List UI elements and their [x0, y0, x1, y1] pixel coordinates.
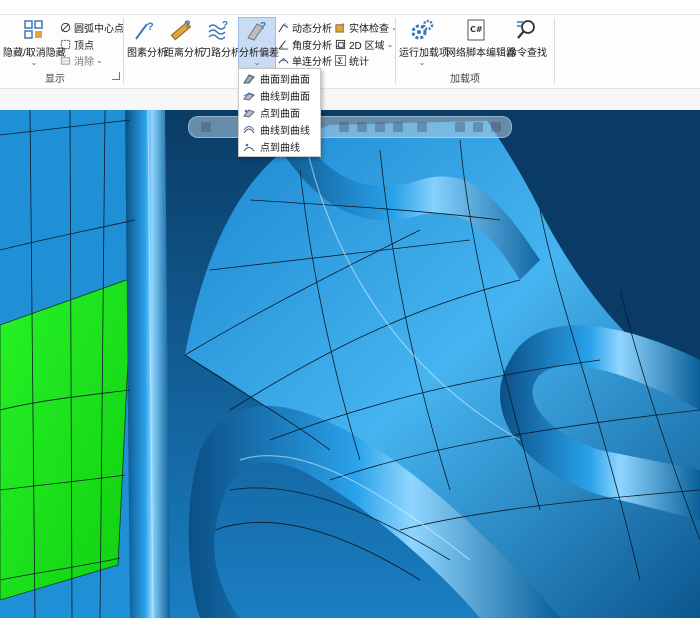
addins-group-label: 加载项: [450, 74, 480, 85]
single-analysis-label: 单连分析: [292, 57, 332, 68]
arc-center-icon: [60, 22, 71, 33]
menu-item-curve-to-curve[interactable]: 曲线到曲线: [239, 121, 320, 138]
command-search-label: 命令查找: [507, 48, 547, 59]
dynamic-analysis-button[interactable]: ? 动态分析 ⌄: [278, 20, 341, 35]
ribbon-status-strip: [0, 88, 700, 112]
curve-to-curve-icon: [243, 125, 255, 133]
arc-center-button[interactable]: 圆弧中心点: [60, 20, 124, 35]
toolpath-analysis-label: 刀路分析: [201, 48, 241, 59]
view-icon[interactable]: [455, 122, 465, 132]
statistics-button[interactable]: Σ 统计: [335, 53, 369, 68]
svg-text:?: ?: [147, 21, 154, 33]
menu-item-point-to-surface[interactable]: 点到曲面: [239, 104, 320, 121]
hide-unhide-icon: [24, 20, 43, 39]
svg-text:?: ?: [222, 20, 228, 31]
remove-button[interactable]: 消除 ⌄: [60, 53, 103, 68]
element-analysis-button[interactable]: ? 图素分析: [127, 18, 167, 59]
view-icon[interactable]: [417, 122, 427, 132]
single-analysis-icon: [278, 58, 289, 64]
dynamic-analysis-label: 动态分析: [292, 24, 332, 35]
chevron-down-icon: ⌄: [253, 58, 261, 67]
deviation-dropdown-menu: 曲面到曲面 曲线到曲面 点到曲面 曲线到曲线 点到曲线: [238, 68, 321, 157]
svg-text:Σ: Σ: [337, 56, 343, 66]
point-to-curve-icon: [243, 143, 255, 151]
distance-analysis-button[interactable]: ? 距离分析: [164, 18, 204, 59]
distance-analysis-label: 距离分析: [164, 48, 204, 59]
solid-check-button[interactable]: ? 实体检查 ⌄: [335, 20, 398, 35]
view-icon[interactable]: [357, 122, 367, 132]
svg-text:?: ?: [341, 24, 344, 30]
vertex-icon: [60, 39, 71, 50]
angle-analysis-button[interactable]: 角度分析 ⌄: [278, 37, 341, 52]
view-icon[interactable]: [339, 122, 349, 132]
statistics-label: 统计: [349, 57, 369, 68]
net-script-editor-button[interactable]: C# 网络脚本编辑器: [446, 18, 516, 59]
vertex-button[interactable]: 顶点: [60, 37, 94, 52]
vertex-label: 顶点: [74, 41, 94, 52]
svg-text:?: ?: [260, 21, 266, 32]
surface-to-surface-icon: [243, 73, 255, 83]
menu-item-label: 点到曲线: [260, 143, 300, 154]
command-search-button[interactable]: 命令查找: [507, 18, 547, 59]
sigma-icon: Σ: [335, 55, 346, 66]
ruler-icon: ?: [170, 19, 192, 41]
menu-item-label: 点到曲面: [260, 109, 300, 120]
deviation-analysis-button[interactable]: ? 分析偏差 ⌄: [238, 17, 279, 69]
display-group-label: 显示: [45, 74, 65, 85]
menu-item-point-to-curve[interactable]: 点到曲线: [239, 138, 320, 155]
point-to-surface-icon: [243, 108, 255, 118]
remove-label: 消除: [74, 57, 94, 68]
angle-analysis-label: 角度分析: [292, 41, 332, 52]
element-analysis-label: 图素分析: [127, 48, 167, 59]
svg-text:?: ?: [284, 24, 287, 30]
eraser-icon: [60, 57, 71, 65]
svg-text:?: ?: [184, 19, 191, 31]
graphics-viewport[interactable]: [0, 110, 700, 618]
run-addin-button[interactable]: 运行加载项 ⌄: [399, 18, 449, 67]
solid-check-icon: ?: [335, 24, 344, 33]
hide-unhide-button[interactable]: 隐藏/取消隐藏 ⌄: [3, 18, 66, 67]
net-script-editor-label: 网络脚本编辑器: [446, 48, 516, 59]
area-2d-label: 2D 区域: [349, 41, 385, 52]
menu-item-surface-to-surface[interactable]: 曲面到曲面: [239, 70, 320, 87]
chevron-down-icon: ⌄: [96, 56, 103, 65]
chevron-down-icon: ⌄: [418, 58, 426, 67]
view-icon[interactable]: [375, 122, 385, 132]
toolpath-analysis-button[interactable]: ? 刀路分析: [201, 18, 241, 59]
dynamic-analysis-icon: ?: [278, 24, 289, 33]
toolpath-icon: ?: [208, 20, 228, 40]
magnifier-icon: [517, 20, 535, 39]
ribbon: 隐藏/取消隐藏 ⌄ 圆弧中心点 顶点 消除 ⌄ 显示 ? 图素分析 ? 距离分析: [0, 0, 700, 112]
menu-item-label: 曲线到曲面: [260, 92, 310, 103]
menu-item-curve-to-surface[interactable]: 曲线到曲面: [239, 87, 320, 104]
view-icon[interactable]: [491, 122, 501, 132]
display-group-launcher-icon[interactable]: [112, 72, 120, 80]
area-2d-button[interactable]: 2D 区域 ⌄: [335, 37, 393, 52]
chevron-down-icon: ⌄: [386, 40, 394, 49]
menu-item-label: 曲线到曲线: [260, 126, 310, 137]
curve-to-surface-icon: [243, 91, 255, 101]
single-analysis-button[interactable]: 单连分析 ⌄: [278, 53, 341, 68]
gears-icon: [411, 19, 434, 40]
menu-item-label: 曲面到曲面: [260, 75, 310, 86]
svg-text:C#: C#: [470, 25, 483, 34]
ribbon-tab-strip: [0, 0, 700, 15]
arc-center-label: 圆弧中心点: [74, 24, 124, 35]
group-separator: [395, 18, 396, 84]
angle-icon: [278, 40, 289, 50]
group-separator: [123, 18, 124, 84]
element-analysis-icon: ?: [135, 21, 154, 40]
surface-model: [0, 110, 700, 618]
csharp-script-icon: C#: [467, 19, 485, 41]
deviation-icon: ?: [247, 21, 266, 41]
view-icon[interactable]: [201, 122, 211, 132]
view-icon[interactable]: [473, 122, 483, 132]
area-2d-icon: [335, 39, 346, 50]
chevron-down-icon: ⌄: [30, 58, 38, 67]
view-icon[interactable]: [393, 122, 403, 132]
floating-view-toolbar[interactable]: [188, 116, 512, 138]
group-separator: [554, 18, 555, 84]
solid-check-label: 实体检查: [349, 24, 389, 35]
